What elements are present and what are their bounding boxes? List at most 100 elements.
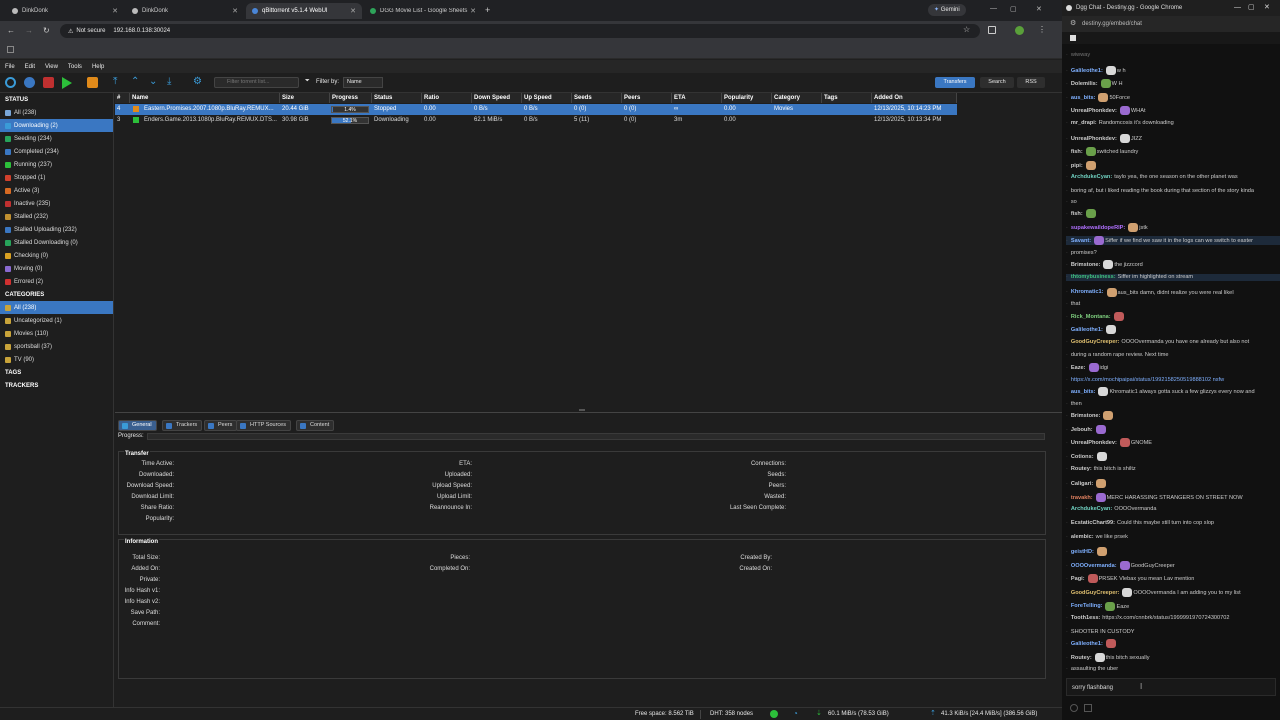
bookmark-star-icon[interactable]: ☆ xyxy=(963,25,970,34)
table-row[interactable]: 3 Enders.Game.2013.1080p.BluRay.REMUX.DTS… xyxy=(115,115,957,126)
menu-edit[interactable]: Edit xyxy=(25,64,35,70)
chat-address-bar[interactable]: ⚙ destiny.gg/embed/chat xyxy=(1062,16,1280,32)
chat-username[interactable]: Rick_Montana: xyxy=(1071,314,1111,320)
chat-input[interactable]: sorry flashbang xyxy=(1066,678,1276,696)
sidebar-status-item[interactable]: Checking (0) xyxy=(0,249,113,262)
torrent-filter-input[interactable]: Filter torrent list... xyxy=(214,77,299,88)
column-header[interactable]: Peers xyxy=(622,93,672,103)
sidebar-category-item[interactable]: Uncategorized (1) xyxy=(0,314,113,327)
chat-username[interactable]: Cotions: xyxy=(1071,454,1094,460)
chat-username[interactable]: Routey: xyxy=(1071,655,1092,661)
sidebar-status-item[interactable]: Stopped (1) xyxy=(0,171,113,184)
column-header[interactable]: ETA xyxy=(672,93,722,103)
sidebar-status-item[interactable]: All (238) xyxy=(0,106,113,119)
avatar[interactable] xyxy=(1015,26,1024,35)
chat-username[interactable]: Tooth1ess: xyxy=(1071,615,1100,621)
chat-username[interactable]: geistHD: xyxy=(1071,549,1094,555)
move-top-icon[interactable]: ⤒ xyxy=(113,77,124,88)
close-icon[interactable]: ✕ xyxy=(470,7,476,15)
tab-dinkdonk-1[interactable]: DinkDonk ✕ xyxy=(6,3,124,19)
add-torrent-icon[interactable] xyxy=(24,77,35,88)
status-header[interactable]: STATUS xyxy=(0,93,113,106)
prop-tab[interactable]: Peers xyxy=(204,420,238,431)
chat-username[interactable]: fish: xyxy=(1071,149,1083,155)
close-window-icon[interactable]: ✕ xyxy=(1036,5,1042,13)
sidebar-status-item[interactable]: Moving (0) xyxy=(0,262,113,275)
minimize-icon[interactable]: — xyxy=(990,5,997,12)
column-header[interactable]: Added On xyxy=(872,93,957,103)
column-header[interactable]: Up Speed xyxy=(522,93,572,103)
site-info-icon[interactable]: ⚙ xyxy=(1070,16,1076,32)
chat-username[interactable]: ArchdukeCyan: xyxy=(1071,174,1112,180)
close-icon[interactable]: ✕ xyxy=(232,7,238,15)
categories-header[interactable]: CATEGORIES xyxy=(0,288,113,301)
prop-tab[interactable]: HTTP Sources xyxy=(236,420,291,431)
table-row[interactable]: 4 Eastern.Promises.2007.1080p.BluRay.REMU… xyxy=(115,104,957,115)
reload-icon[interactable]: ↻ xyxy=(43,26,50,35)
menu-help[interactable]: Help xyxy=(92,64,104,70)
close-icon[interactable]: ✕ xyxy=(350,7,356,15)
move-up-icon[interactable]: ⌃ xyxy=(131,77,142,88)
close-window-icon[interactable]: ✕ xyxy=(1264,0,1270,16)
chat-username[interactable]: GoodGuyCreeper: xyxy=(1071,339,1120,345)
maximize-icon[interactable]: ▢ xyxy=(1248,0,1255,16)
chat-username[interactable]: pipi: xyxy=(1071,163,1083,169)
sidebar-status-item[interactable]: Completed (234) xyxy=(0,145,113,158)
sidebar-category-item[interactable]: sportsball (37) xyxy=(0,340,113,353)
chat-username[interactable]: UnrealPhonkdev: xyxy=(1071,108,1117,114)
chat-username[interactable]: mr_drapi: xyxy=(1071,120,1097,126)
chat-username[interactable]: Eaze: xyxy=(1071,365,1086,371)
prop-tab[interactable]: General xyxy=(118,420,157,431)
column-header[interactable]: Size xyxy=(280,93,330,103)
chat-username[interactable]: Routey: xyxy=(1071,466,1092,472)
sidebar-status-item[interactable]: Inactive (235) xyxy=(0,197,113,210)
delete-icon[interactable] xyxy=(43,77,54,88)
move-bottom-icon[interactable]: ⤓ xyxy=(167,77,178,88)
sidebar-status-item[interactable]: Stalled Downloading (0) xyxy=(0,236,113,249)
menu-file[interactable]: File xyxy=(5,64,15,70)
apps-icon[interactable] xyxy=(7,46,14,53)
address-bar[interactable]: ⚠ Not secure 192.168.0.138:30024 xyxy=(60,24,980,38)
sidebar-status-item[interactable]: Errored (2) xyxy=(0,275,113,288)
new-tab-icon[interactable]: + xyxy=(485,5,490,15)
chat-username[interactable]: Jebouh: xyxy=(1071,427,1093,433)
chat-username[interactable]: Galileothe1: xyxy=(1071,641,1103,647)
chat-username[interactable]: fish: xyxy=(1071,211,1083,217)
chat-username[interactable]: supakewaildopeRIP: xyxy=(1071,225,1125,231)
move-down-icon[interactable]: ⌄ xyxy=(149,77,160,88)
settings-icon[interactable] xyxy=(1070,704,1078,712)
chat-username[interactable]: Dolemilis: xyxy=(1071,81,1098,87)
chat-username[interactable]: UnrealPhonkdev: xyxy=(1071,440,1117,446)
column-header[interactable]: Category xyxy=(772,93,822,103)
tab-qbittorrent[interactable]: qBittorrent v5.1.4 WebUI ✕ xyxy=(246,3,362,19)
prop-tab[interactable]: Trackers xyxy=(162,420,203,431)
trackers-header[interactable]: TRACKERS xyxy=(0,379,113,392)
options-gear-icon[interactable]: ⚙ xyxy=(193,77,204,88)
prop-tab[interactable]: Content xyxy=(296,420,335,431)
chat-menu-icon[interactable] xyxy=(1070,35,1076,41)
tab-dinkdonk-2[interactable]: DinkDonk ✕ xyxy=(126,3,244,19)
column-header[interactable]: Name xyxy=(130,93,280,103)
menu-icon[interactable]: ⋮ xyxy=(1038,25,1046,34)
chat-username[interactable]: Khromatic1: xyxy=(1071,289,1104,295)
close-icon[interactable]: ✕ xyxy=(112,7,118,15)
transfers-button[interactable]: Transfers xyxy=(935,77,975,88)
chat-username[interactable]: ArchdukeCyan: xyxy=(1071,506,1112,512)
chat-username[interactable]: Galileothe1: xyxy=(1071,68,1103,74)
chat-username[interactable]: aus_bits: xyxy=(1071,389,1096,395)
splitter-handle[interactable] xyxy=(579,409,585,411)
chat-username[interactable]: EcstaticChart99: xyxy=(1071,520,1115,526)
add-link-icon[interactable] xyxy=(5,77,16,88)
gemini-button[interactable]: ✦ Gemini xyxy=(928,4,966,16)
column-header[interactable]: # xyxy=(115,93,130,103)
chat-username[interactable]: ForeTelling: xyxy=(1071,603,1103,609)
stop-icon[interactable] xyxy=(87,77,98,88)
tab-movie-list[interactable]: DGG Movie List - Google Sheets ✕ xyxy=(364,3,482,19)
forward-icon[interactable]: → xyxy=(25,26,33,35)
maximize-icon[interactable]: ▢ xyxy=(1010,5,1017,13)
back-icon[interactable]: ← xyxy=(7,26,15,35)
filter-by-select[interactable]: Name xyxy=(343,77,383,88)
sidebar-status-item[interactable]: Seeding (234) xyxy=(0,132,113,145)
chat-username[interactable]: UnrealPhonkdev: xyxy=(1071,136,1117,142)
column-header[interactable]: Down Speed xyxy=(472,93,522,103)
